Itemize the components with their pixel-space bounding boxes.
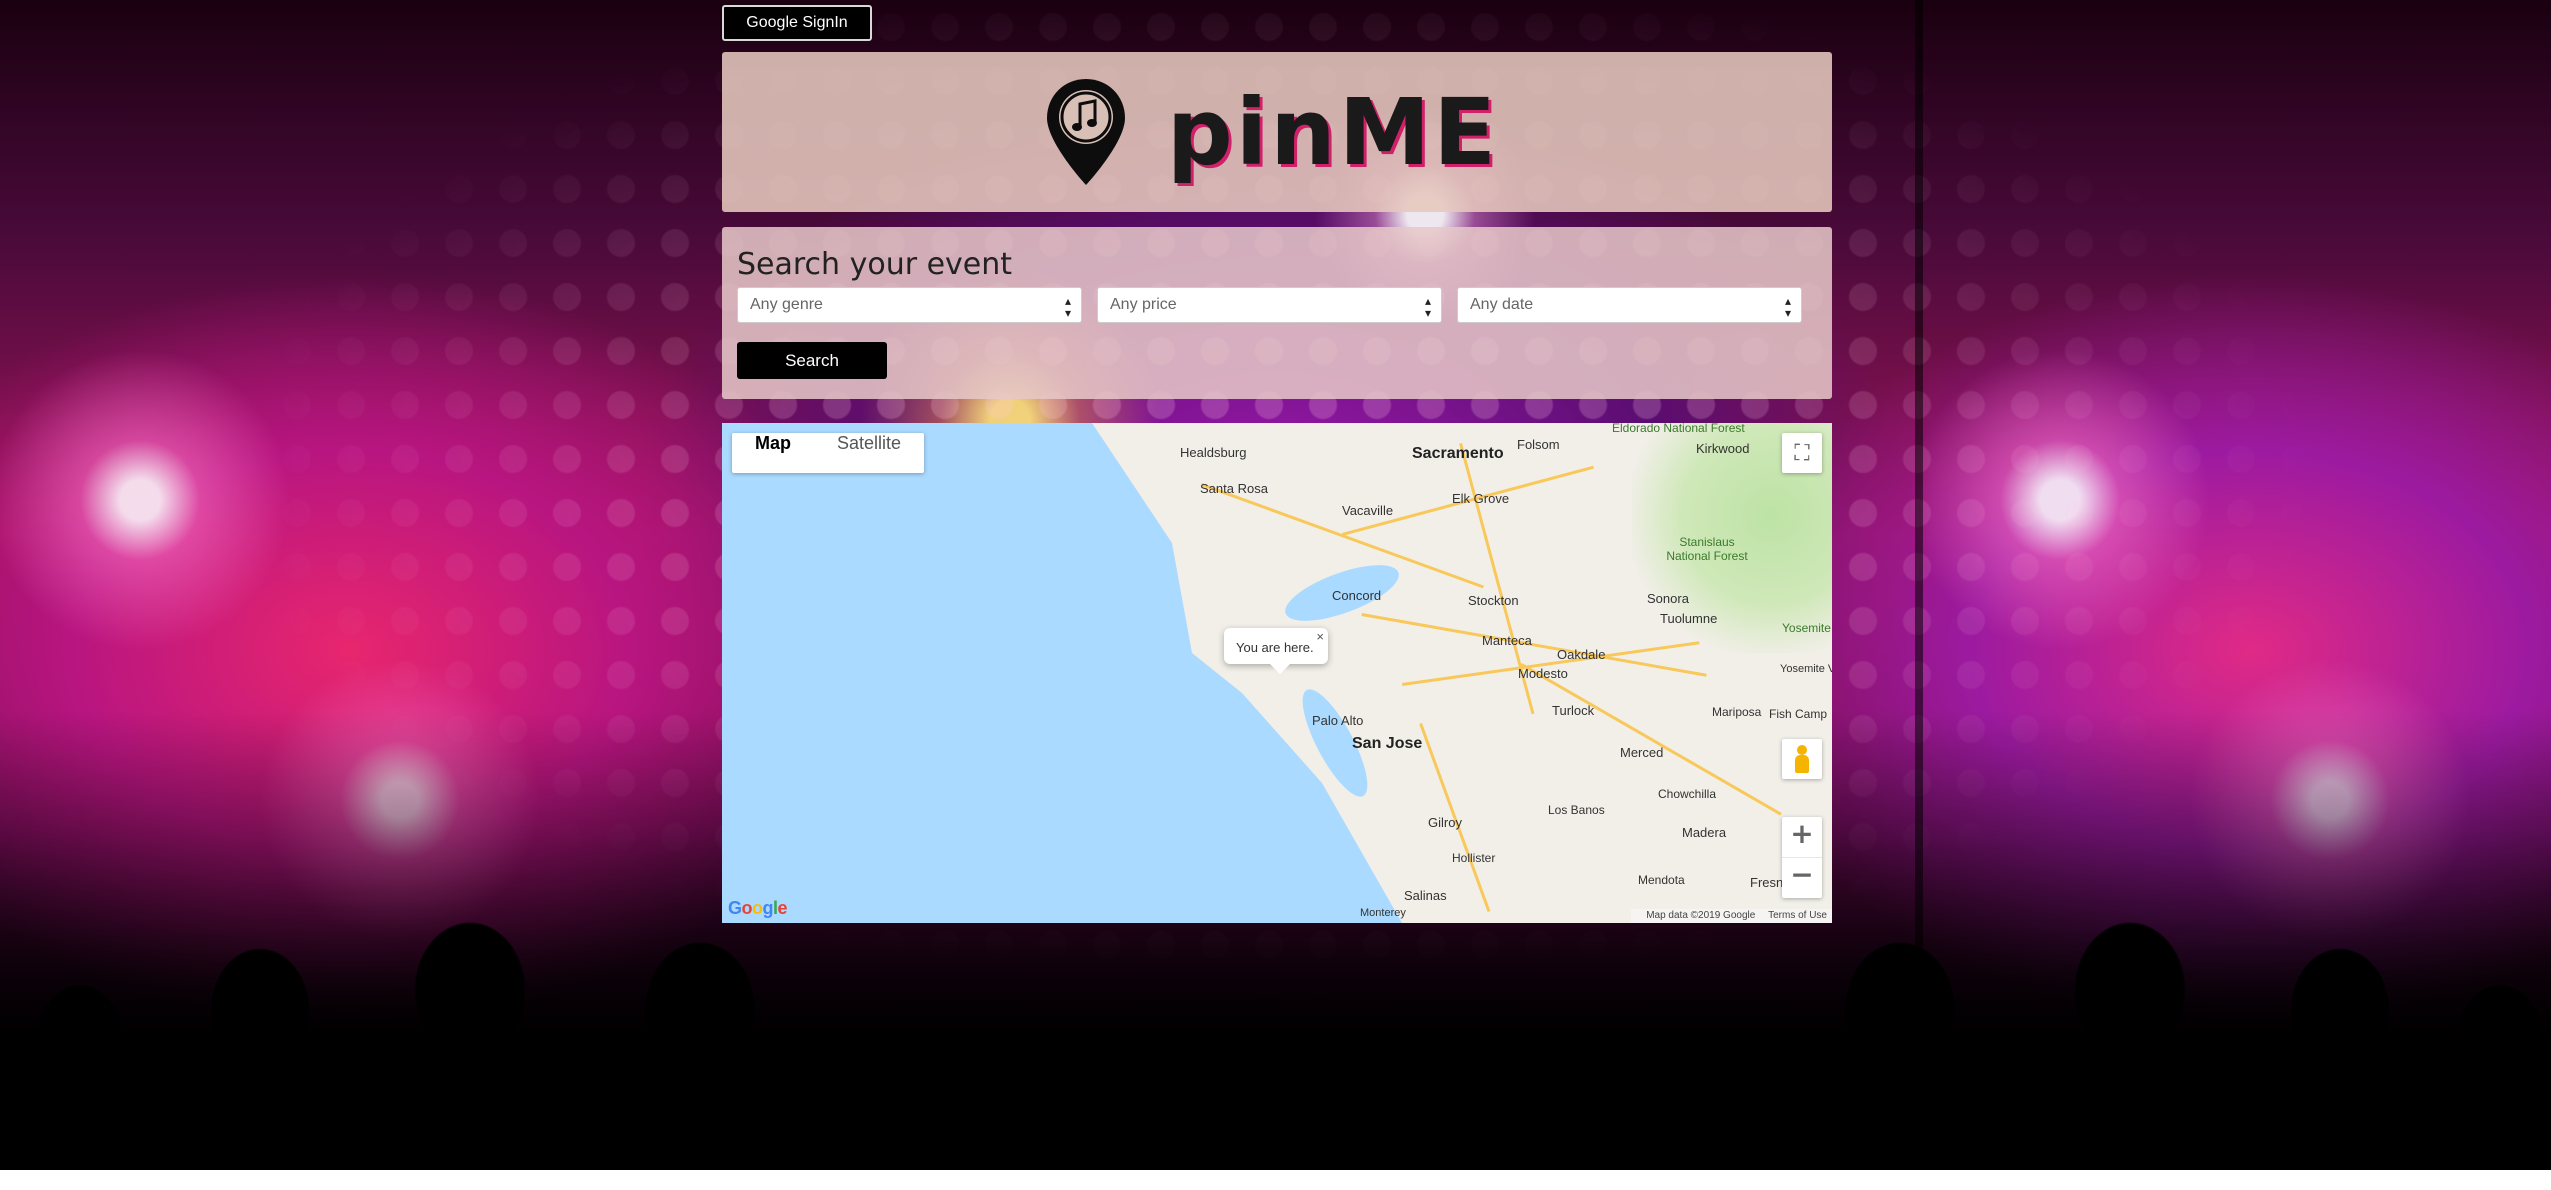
zoom-out-button[interactable]: − [1782, 858, 1822, 898]
infowindow-text: You are here. [1236, 640, 1314, 655]
map-city-label: Elk Grove [1452, 491, 1510, 506]
date-select-value: Any date [1470, 296, 1534, 313]
search-title: Search your event [737, 247, 1013, 282]
map-city-label: Folsom [1517, 437, 1560, 452]
map-road [1520, 663, 1782, 816]
map-type-control: Map Satellite [732, 433, 925, 473]
map-city-label: Oakdale [1557, 647, 1606, 662]
music-pin-icon [1046, 79, 1125, 185]
map-city-label: Vacaville [1342, 503, 1394, 518]
map-city-label: Yosemite National Pa [1782, 621, 1832, 635]
map-city-label: Mariposa [1712, 705, 1762, 719]
genre-select-value: Any genre [750, 296, 823, 313]
genre-select[interactable]: Any genre ▴ ▾ [737, 287, 1082, 323]
map-city-label: Sonora [1647, 591, 1689, 606]
map-city-label: Salinas [1404, 888, 1447, 903]
google-logo: Google [728, 898, 788, 918]
page-bottom-bar [0, 1170, 2551, 1190]
select-arrows-icon: ▴ ▾ [1064, 294, 1071, 320]
logo-text: pinME [1166, 78, 1500, 186]
terms-of-use-link[interactable]: Terms of Use [1768, 910, 1827, 921]
map-city-label: Modesto [1518, 666, 1568, 681]
map-city-label: Kirkwood [1696, 441, 1750, 456]
map-city-label: Fish Camp [1769, 707, 1828, 721]
date-select[interactable]: Any date ▴ ▾ [1457, 287, 1802, 323]
logo-banner: pinME [722, 52, 1832, 212]
price-select-value: Any price [1110, 296, 1177, 313]
map-type-satellite-button[interactable]: Satellite [814, 433, 924, 473]
google-signin-button[interactable]: Google SignIn [722, 5, 872, 41]
google-map[interactable]: Healdsburg Santa Rosa Sacramento Folsom … [722, 423, 1832, 923]
map-city-label: Tuolumne [1660, 611, 1718, 626]
zoom-control: + − [1782, 817, 1822, 898]
select-arrows-icon: ▴ ▾ [1424, 294, 1431, 320]
map-city-label: Gilroy [1428, 815, 1462, 830]
map-city-label: Fresn [1750, 875, 1784, 890]
map-city-label: Turlock [1552, 703, 1595, 718]
fullscreen-icon[interactable]: ⛶ [1782, 433, 1822, 473]
street-view-pegman-icon[interactable] [1782, 739, 1822, 779]
logo: pinME [1045, 77, 1499, 187]
map-data-text: Map data ©2019 Google [1646, 910, 1756, 921]
price-select[interactable]: Any price ▴ ▾ [1097, 287, 1442, 323]
map-city-label: Merced [1620, 745, 1664, 760]
search-panel: Search your event Any genre ▴ ▾ Any price… [722, 227, 1832, 399]
map-city-label: Chowchilla [1658, 787, 1717, 801]
map-city-label: Palo Alto [1312, 713, 1364, 728]
zoom-in-button[interactable]: + [1782, 817, 1822, 858]
map-city-label: Mendota [1638, 873, 1685, 887]
map-city-label: Healdsburg [1180, 445, 1247, 460]
close-icon[interactable]: × [1316, 629, 1324, 644]
search-button[interactable]: Search [737, 342, 887, 379]
map-city-label: Manteca [1482, 633, 1532, 648]
map-city-label: Monterey [1360, 907, 1406, 919]
map-city-label: Yosemite Village [1780, 663, 1832, 675]
map-city-label: Santa Rosa [1200, 481, 1268, 496]
location-infowindow: You are here. × [1224, 628, 1328, 674]
map-city-label: San Jose [1352, 735, 1423, 752]
map-type-map-button[interactable]: Map [732, 433, 814, 473]
map-city-label: Stockton [1468, 593, 1519, 608]
select-arrows-icon: ▴ ▾ [1784, 294, 1791, 320]
map-city-label: Sacramento [1412, 445, 1504, 462]
map-city-label: Stanislaus National Forest [1666, 535, 1748, 563]
map-city-label: Concord [1332, 588, 1382, 603]
map-city-label: Hollister [1452, 851, 1496, 865]
map-city-label: Los Banos [1548, 803, 1605, 817]
map-city-label: Madera [1682, 825, 1727, 840]
map-attribution: Map data ©2019 Google Terms of Use [1631, 909, 1832, 923]
background-seam [1915, 0, 1923, 1170]
map-city-label: Eldorado National Forest [1612, 423, 1745, 435]
